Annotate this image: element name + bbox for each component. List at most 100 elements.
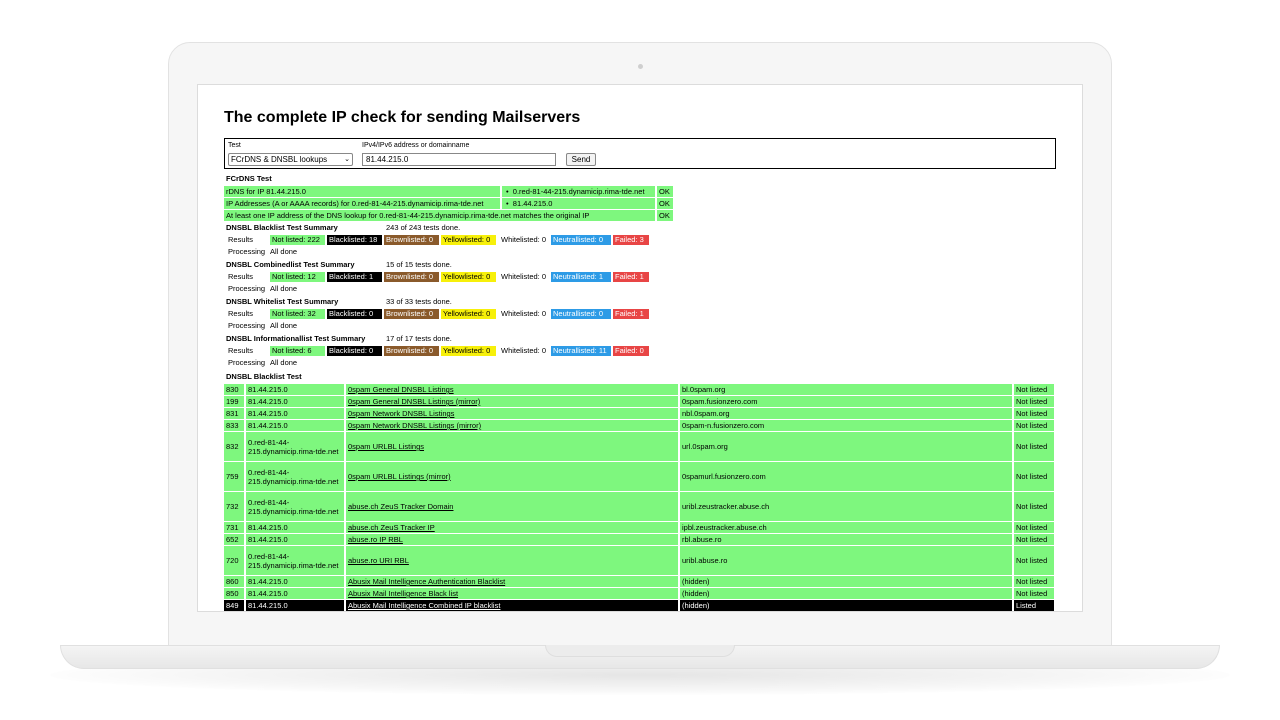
processing-row: Processing All done <box>224 320 1056 332</box>
blacklisted-badge: Blacklisted: 0 <box>327 309 382 319</box>
row-status: Not listed <box>1014 546 1054 575</box>
row-status: Not listed <box>1014 588 1054 599</box>
fcrdns-value: • 81.44.215.0 <box>502 198 655 209</box>
test-select[interactable]: FCrDNS & DNSBL lookups ⌄ <box>228 153 353 166</box>
results-row: Results Not listed: 32 Blacklisted: 0 Brown… <box>224 308 1056 320</box>
row-id: 759 <box>224 462 244 491</box>
processing-value: All done <box>270 321 298 330</box>
table-row: 759 0.red-81-44-215.dynamicip.rima-tde.ne… <box>224 462 1056 491</box>
table-row: 830 81.44.215.0 0spam General DNSBL Listin… <box>224 384 1056 395</box>
row-list-link[interactable]: abuse.ch ZeuS Tracker Domain <box>346 492 678 521</box>
blacklisted-badge: Blacklisted: 0 <box>327 346 382 356</box>
test-label: Test <box>228 142 241 149</box>
row-query: 81.44.215.0 <box>246 384 344 395</box>
row-zone: 0spamurl.fusionzero.com <box>680 462 1012 491</box>
neutrallisted-badge: Neutrallisted: 0 <box>551 309 611 319</box>
row-zone: 0spam-n.fusionzero.com <box>680 420 1012 431</box>
row-status: Not listed <box>1014 408 1054 419</box>
row-list-name[interactable]: abuse.ro IP RBL <box>348 535 403 544</box>
row-id: 731 <box>224 522 244 533</box>
row-list-link[interactable]: abuse.ch ZeuS Tracker IP <box>346 522 678 533</box>
neutrallisted-badge: Neutrallisted: 11 <box>551 346 611 356</box>
processing-label: Processing <box>228 247 266 256</box>
row-status: Not listed <box>1014 534 1054 545</box>
summary-title: DNSBL Informationallist Test Summary <box>226 334 366 343</box>
processing-label: Processing <box>228 321 266 330</box>
row-list-link[interactable]: 0spam General DNSBL Listings (mirror) <box>346 396 678 407</box>
table-row: 652 81.44.215.0 abuse.ro IP RBL rbl.abuse.r… <box>224 534 1056 545</box>
row-list-link[interactable]: 0spam URLBL Listings (mirror) <box>346 462 678 491</box>
row-status: Not listed <box>1014 492 1054 521</box>
row-list-link[interactable]: 0spam Network DNSBL Listings <box>346 408 678 419</box>
whitelisted-badge: Whitelisted: 0 <box>501 309 547 318</box>
processing-label: Processing <box>228 358 266 367</box>
fcrdns-label: rDNS for IP 81.44.215.0 <box>224 186 500 197</box>
not-listed-badge: Not listed: 12 <box>270 272 325 282</box>
row-list-name[interactable]: Abusix Mail Intelligence Authentication … <box>348 577 505 586</box>
row-query: 81.44.215.0 <box>246 396 344 407</box>
row-list-link[interactable]: 0spam URLBL Listings <box>346 432 678 461</box>
brownlisted-badge: Brownlisted: 0 <box>384 235 439 245</box>
row-query: 81.44.215.0 <box>246 588 344 599</box>
row-list-link[interactable]: Abusix Mail Intelligence Black list <box>346 588 678 599</box>
processing-label: Processing <box>228 284 266 293</box>
row-list-name[interactable]: abuse.ro URI RBL <box>348 556 409 565</box>
row-list-name[interactable]: 0spam Network DNSBL Listings (mirror) <box>348 421 481 430</box>
row-list-link[interactable]: Abusix Mail Intelligence Combined IP bla… <box>346 600 678 611</box>
row-status: Not listed <box>1014 420 1054 431</box>
row-query: 81.44.215.0 <box>246 534 344 545</box>
row-list-name[interactable]: abuse.ch ZeuS Tracker Domain <box>348 502 453 511</box>
row-list-link[interactable]: Abusix Mail Intelligence Authentication … <box>346 576 678 587</box>
send-button[interactable]: Send <box>566 153 596 166</box>
summary-block: DNSBL Blacklist Test Summary 243 of 243 t… <box>224 222 1056 258</box>
table-row: 732 0.red-81-44-215.dynamicip.rima-tde.ne… <box>224 492 1056 521</box>
summary-header: DNSBL Whitelist Test Summary 33 of 33 tes… <box>224 296 1056 308</box>
summary-done: 243 of 243 tests done. <box>386 223 461 232</box>
row-list-link[interactable]: 0spam General DNSBL Listings <box>346 384 678 395</box>
results-row: Results Not listed: 6 Blacklisted: 0 Brownl… <box>224 345 1056 357</box>
row-id: 652 <box>224 534 244 545</box>
row-list-name[interactable]: 0spam General DNSBL Listings <box>348 385 454 394</box>
ip-input[interactable]: 81.44.215.0 <box>362 153 556 166</box>
page-title: The complete IP check for sending Mailse… <box>224 109 581 126</box>
test-select-value: FCrDNS & DNSBL lookups <box>231 155 328 164</box>
results-label: Results <box>228 272 254 281</box>
row-list-name[interactable]: 0spam URLBL Listings (mirror) <box>348 472 451 481</box>
table-row: 199 81.44.215.0 0spam General DNSBL Listin… <box>224 396 1056 407</box>
table-row: 849 81.44.215.0 Abusix Mail Intelligence C… <box>224 600 1056 611</box>
row-list-name[interactable]: abuse.ch ZeuS Tracker IP <box>348 523 435 532</box>
yellowlisted-badge: Yellowlisted: 0 <box>441 272 496 282</box>
row-status: Not listed <box>1014 462 1054 491</box>
row-list-link[interactable]: abuse.ro URI RBL <box>346 546 678 575</box>
row-list-name[interactable]: 0spam General DNSBL Listings (mirror) <box>348 397 480 406</box>
summary-title: DNSBL Combinedlist Test Summary <box>226 260 355 269</box>
summary-block: DNSBL Whitelist Test Summary 33 of 33 tes… <box>224 296 1056 332</box>
row-zone: 0spam.fusionzero.com <box>680 396 1012 407</box>
row-list-link[interactable]: abuse.ro IP RBL <box>346 534 678 545</box>
row-list-name[interactable]: Abusix Mail Intelligence Combined IP bla… <box>348 601 500 610</box>
row-list-name[interactable]: 0spam URLBL Listings <box>348 442 424 451</box>
summary-header: DNSBL Blacklist Test Summary 243 of 243 t… <box>224 222 1056 234</box>
results-row: Results Not listed: 222 Blacklisted: 18 Bro… <box>224 234 1056 246</box>
table-row: 731 81.44.215.0 abuse.ch ZeuS Tracker IP ip… <box>224 522 1056 533</box>
row-id: 732 <box>224 492 244 521</box>
summary-block: DNSBL Informationallist Test Summary 17 o… <box>224 333 1056 369</box>
row-id: 199 <box>224 396 244 407</box>
results-label: Results <box>228 346 254 355</box>
yellowlisted-badge: Yellowlisted: 0 <box>441 346 496 356</box>
processing-row: Processing All done <box>224 283 1056 295</box>
row-zone: url.0spam.org <box>680 432 1012 461</box>
row-id: 860 <box>224 576 244 587</box>
row-id: 831 <box>224 408 244 419</box>
row-zone: uribl.abuse.ro <box>680 546 1012 575</box>
row-id: 833 <box>224 420 244 431</box>
page-content: The complete IP check for sending Mailse… <box>224 109 1056 611</box>
row-list-name[interactable]: 0spam Network DNSBL Listings <box>348 409 454 418</box>
table-row: 720 0.red-81-44-215.dynamicip.rima-tde.ne… <box>224 546 1056 575</box>
fcrdns-label: IP Addresses (A or AAAA records) for 0.r… <box>224 198 500 209</box>
table-row: 832 0.red-81-44-215.dynamicip.rima-tde.ne… <box>224 432 1056 461</box>
row-list-name[interactable]: Abusix Mail Intelligence Black list <box>348 589 458 598</box>
browser-screen: The complete IP check for sending Mailse… <box>197 84 1083 612</box>
row-list-link[interactable]: 0spam Network DNSBL Listings (mirror) <box>346 420 678 431</box>
fcrdns-title: FCrDNS Test <box>226 174 272 183</box>
